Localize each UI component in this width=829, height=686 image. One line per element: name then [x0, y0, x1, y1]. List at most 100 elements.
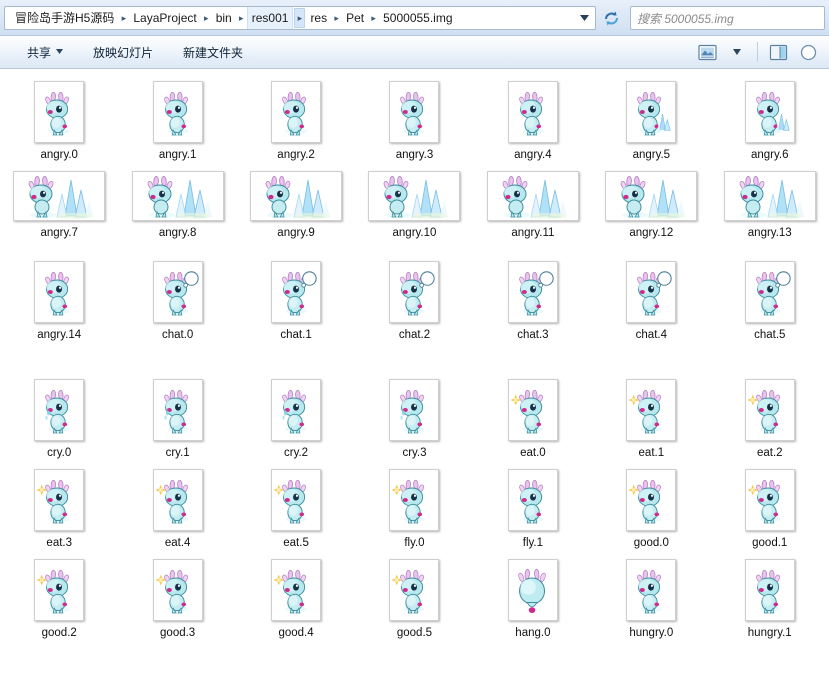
search-box[interactable]: 搜索 5000055.img	[630, 6, 825, 30]
file-item[interactable]: angry.12	[592, 165, 710, 255]
file-thumbnail[interactable]	[271, 559, 321, 621]
file-item[interactable]: hungry.1	[711, 553, 829, 643]
file-item[interactable]: angry.1	[118, 75, 236, 165]
file-item[interactable]: angry.4	[474, 75, 592, 165]
change-view-button[interactable]	[692, 39, 722, 65]
refresh-button[interactable]	[598, 6, 624, 30]
file-item[interactable]: eat.4	[118, 463, 236, 553]
file-thumbnail[interactable]	[389, 81, 439, 143]
file-thumbnail[interactable]	[626, 81, 676, 143]
breadcrumb-separator-icon[interactable]: ▸	[294, 8, 305, 28]
file-thumbnail[interactable]	[508, 261, 558, 323]
file-thumbnail[interactable]	[745, 261, 795, 323]
file-thumbnail[interactable]	[153, 81, 203, 143]
help-button[interactable]	[793, 39, 823, 65]
file-thumbnail[interactable]	[724, 171, 816, 221]
file-item[interactable]: eat.0	[474, 373, 592, 463]
file-thumbnail[interactable]	[389, 469, 439, 531]
file-item[interactable]: angry.6	[711, 75, 829, 165]
file-thumbnail[interactable]	[487, 171, 579, 221]
file-item[interactable]: angry.14	[0, 255, 118, 345]
file-item[interactable]: eat.2	[711, 373, 829, 463]
toolbar-item-share[interactable]: 共享	[18, 39, 72, 66]
file-item[interactable]: chat.1	[237, 255, 355, 345]
file-thumbnail[interactable]	[34, 81, 84, 143]
file-item[interactable]: good.1	[711, 463, 829, 553]
breadcrumb-item[interactable]: LayaProject	[129, 7, 200, 29]
file-thumbnail[interactable]	[13, 171, 105, 221]
file-item[interactable]: angry.5	[592, 75, 710, 165]
file-item[interactable]: angry.9	[237, 165, 355, 255]
file-item[interactable]: angry.11	[474, 165, 592, 255]
breadcrumb-bar[interactable]: 冒险岛手游H5源码▸LayaProject▸bin▸res001▸res▸Pet…	[4, 6, 596, 30]
file-thumbnail[interactable]	[508, 81, 558, 143]
file-thumbnail[interactable]	[153, 469, 203, 531]
file-thumbnail[interactable]	[389, 559, 439, 621]
file-item[interactable]: angry.13	[711, 165, 829, 255]
file-item[interactable]: cry.2	[237, 373, 355, 463]
file-item[interactable]: chat.0	[118, 255, 236, 345]
file-item[interactable]: chat.3	[474, 255, 592, 345]
file-item[interactable]: eat.1	[592, 373, 710, 463]
file-thumbnail[interactable]	[508, 469, 558, 531]
file-thumbnail[interactable]	[626, 559, 676, 621]
file-thumbnail[interactable]	[745, 81, 795, 143]
file-item[interactable]: angry.0	[0, 75, 118, 165]
file-thumbnail[interactable]	[34, 469, 84, 531]
file-thumbnail[interactable]	[34, 261, 84, 323]
change-view-dropdown[interactable]	[722, 39, 752, 65]
file-item[interactable]: good.0	[592, 463, 710, 553]
file-thumbnail[interactable]	[508, 379, 558, 441]
file-item[interactable]: angry.8	[118, 165, 236, 255]
file-thumbnail[interactable]	[132, 171, 224, 221]
file-thumbnail[interactable]	[389, 379, 439, 441]
file-item[interactable]: angry.7	[0, 165, 118, 255]
toolbar-item-slideshow[interactable]: 放映幻灯片	[84, 39, 162, 66]
file-item[interactable]: good.3	[118, 553, 236, 643]
file-item[interactable]: cry.1	[118, 373, 236, 463]
chevron-down-icon[interactable]	[575, 8, 593, 28]
file-item[interactable]: cry.0	[0, 373, 118, 463]
file-thumbnail[interactable]	[271, 261, 321, 323]
breadcrumb-item[interactable]: res	[306, 7, 331, 29]
file-thumbnail[interactable]	[605, 171, 697, 221]
file-thumbnail[interactable]	[271, 379, 321, 441]
file-item[interactable]: good.5	[355, 553, 473, 643]
file-item[interactable]: chat.5	[711, 255, 829, 345]
file-grid[interactable]: angry.0angry.1angry.2angry.3angry.4angry…	[0, 69, 829, 686]
file-thumbnail[interactable]	[626, 379, 676, 441]
file-item[interactable]: chat.2	[355, 255, 473, 345]
file-thumbnail[interactable]	[34, 559, 84, 621]
breadcrumb-separator-icon[interactable]: ▸	[331, 9, 342, 27]
preview-pane-button[interactable]	[763, 39, 793, 65]
file-item[interactable]: angry.3	[355, 75, 473, 165]
file-item[interactable]: fly.1	[474, 463, 592, 553]
file-item[interactable]: angry.10	[355, 165, 473, 255]
file-item[interactable]: eat.3	[0, 463, 118, 553]
breadcrumb-item[interactable]: res001	[247, 7, 294, 29]
breadcrumb-item[interactable]: 冒险岛手游H5源码	[11, 7, 118, 29]
breadcrumb[interactable]: 冒险岛手游H5源码▸LayaProject▸bin▸res001▸res▸Pet…	[11, 7, 575, 29]
file-thumbnail[interactable]	[745, 469, 795, 531]
breadcrumb-item[interactable]: bin	[212, 7, 236, 29]
file-item[interactable]: cry.3	[355, 373, 473, 463]
search-input[interactable]: 搜索 5000055.img	[637, 10, 734, 27]
file-thumbnail[interactable]	[250, 171, 342, 221]
file-item[interactable]: good.4	[237, 553, 355, 643]
file-thumbnail[interactable]	[745, 379, 795, 441]
file-thumbnail[interactable]	[626, 261, 676, 323]
file-item[interactable]: angry.2	[237, 75, 355, 165]
file-item[interactable]: good.2	[0, 553, 118, 643]
toolbar-item-new-folder[interactable]: 新建文件夹	[174, 39, 252, 66]
breadcrumb-separator-icon[interactable]: ▸	[236, 9, 247, 27]
file-thumbnail[interactable]	[271, 81, 321, 143]
file-thumbnail[interactable]	[508, 559, 558, 621]
file-item[interactable]: fly.0	[355, 463, 473, 553]
breadcrumb-separator-icon[interactable]: ▸	[201, 9, 212, 27]
file-thumbnail[interactable]	[745, 559, 795, 621]
breadcrumb-separator-icon[interactable]: ▸	[368, 9, 379, 27]
file-thumbnail[interactable]	[389, 261, 439, 323]
file-thumbnail[interactable]	[153, 261, 203, 323]
file-thumbnail[interactable]	[34, 379, 84, 441]
file-item[interactable]: hang.0	[474, 553, 592, 643]
